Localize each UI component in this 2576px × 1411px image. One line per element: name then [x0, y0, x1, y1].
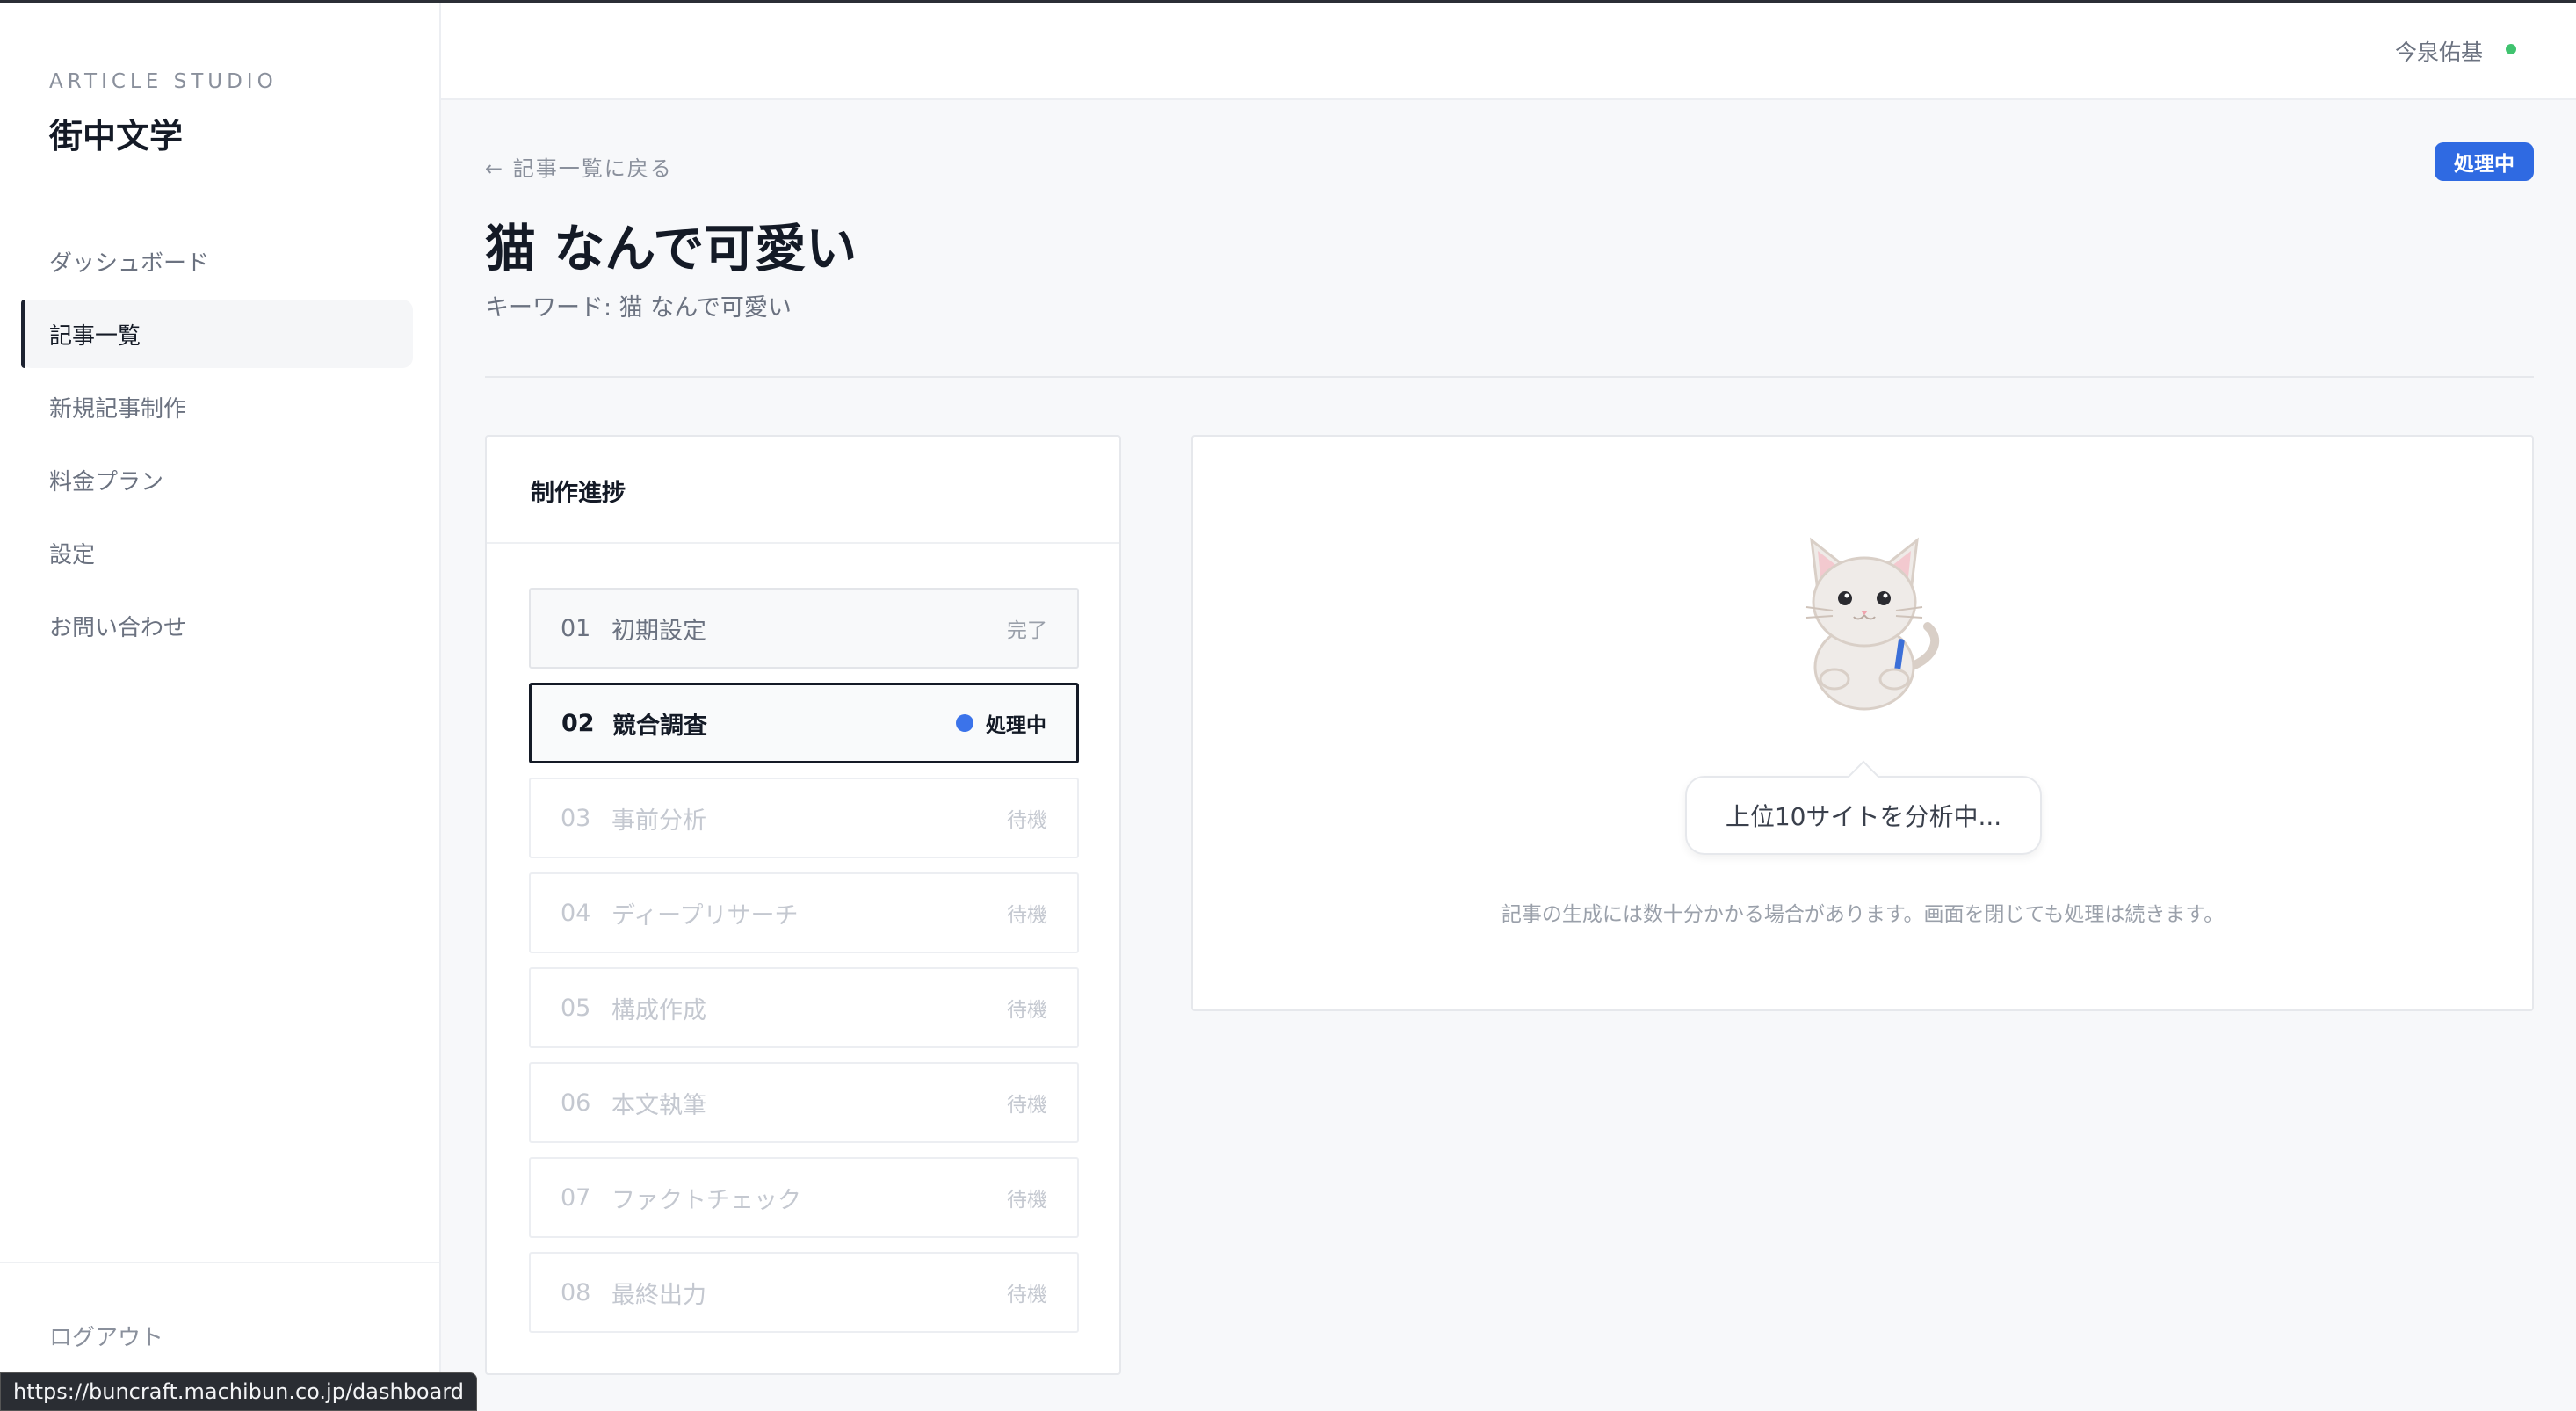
- step-label: 事前分析: [611, 807, 706, 835]
- step-row: 08 最終出力 待機: [529, 1252, 1079, 1333]
- step-row: 07 ファクトチェック 待機: [529, 1157, 1079, 1238]
- cat-mascot-icon: [1805, 537, 1940, 711]
- back-to-articles-link[interactable]: ← 記事一覧に戻る: [485, 151, 673, 182]
- browser-status-url: https://buncraft.machibun.co.jp/dashboar…: [0, 1372, 477, 1411]
- step-label: 初期設定: [611, 617, 706, 645]
- progress-divider: [487, 542, 1119, 544]
- step-row: 01 初期設定 完了: [529, 588, 1079, 669]
- step-status: 完了: [1007, 619, 1047, 642]
- top-bar: 今泉佑基: [441, 0, 2576, 100]
- step-number: 08: [561, 1278, 591, 1306]
- window-top-border: [0, 0, 2576, 3]
- sidebar-item-articles[interactable]: 記事一覧: [21, 300, 413, 368]
- step-label: 本文執筆: [611, 1091, 706, 1119]
- step-row: 06 本文執筆 待機: [529, 1062, 1079, 1143]
- step-status: 待機: [1007, 1189, 1047, 1212]
- keyword-line: キーワード: 猫 なんで可愛い: [485, 294, 792, 322]
- sidebar-item-pricing[interactable]: 料金プラン: [21, 445, 413, 514]
- step-status: 待機: [1007, 904, 1047, 927]
- progress-title: 制作進捗: [531, 480, 626, 507]
- step-label: 構成作成: [611, 996, 706, 1024]
- status-badge: 処理中: [2435, 142, 2534, 181]
- user-name[interactable]: 今泉佑基: [2395, 35, 2483, 67]
- progress-card: 制作進捗 01 初期設定 完了 02 競合調査 処理中 03 事前分析 待機 0…: [485, 435, 1121, 1375]
- step-number: 06: [561, 1089, 591, 1117]
- step-status: 処理中: [986, 714, 1046, 737]
- sidebar-divider: [0, 1262, 439, 1263]
- step-label: 競合調査: [612, 712, 707, 740]
- brand-subtitle: ARTICLE STUDIO: [49, 70, 278, 93]
- step-row: 03 事前分析 待機: [529, 778, 1079, 858]
- processing-dot-icon: [956, 714, 973, 732]
- progress-steps: 01 初期設定 完了 02 競合調査 処理中 03 事前分析 待機 04 ディー…: [529, 588, 1079, 1347]
- step-status-wrap: 処理中: [956, 708, 1046, 738]
- page-title: 猫 なんで可愛い: [485, 219, 857, 279]
- step-number: 05: [561, 994, 591, 1022]
- logout-button[interactable]: ログアウト: [49, 1320, 163, 1352]
- sidebar-item-new-article[interactable]: 新規記事制作: [21, 373, 413, 441]
- sidebar: ARTICLE STUDIO 街中文学 ダッシュボード 記事一覧 新規記事制作 …: [0, 0, 441, 1411]
- step-status: 待機: [1007, 1094, 1047, 1117]
- step-status: 待機: [1007, 1284, 1047, 1306]
- step-number: 02: [561, 709, 595, 737]
- step-number: 04: [561, 899, 591, 927]
- step-row: 04 ディープリサーチ 待機: [529, 872, 1079, 953]
- main-divider: [485, 376, 2534, 378]
- sidebar-nav: ダッシュボード 記事一覧 新規記事制作 料金プラン 設定 お問い合わせ: [21, 227, 413, 664]
- online-status-dot: [2506, 44, 2516, 54]
- step-number: 03: [561, 804, 591, 832]
- step-status: 待機: [1007, 809, 1047, 832]
- analysis-status-bubble: 上位10サイトを分析中...: [1685, 776, 2042, 855]
- step-status: 待機: [1007, 999, 1047, 1022]
- processing-notice: 記事の生成には数十分かかる場合があります。画面を閉じても処理は続きます。: [1501, 903, 2225, 926]
- sidebar-item-dashboard[interactable]: ダッシュボード: [21, 227, 413, 295]
- analysis-panel: 上位10サイトを分析中... 記事の生成には数十分かかる場合があります。画面を閉…: [1191, 435, 2534, 1011]
- sidebar-item-contact[interactable]: お問い合わせ: [21, 591, 413, 660]
- step-number: 01: [561, 614, 591, 642]
- sidebar-item-settings[interactable]: 設定: [21, 518, 413, 587]
- step-row: 05 構成作成 待機: [529, 967, 1079, 1048]
- step-label: ディープリサーチ: [611, 901, 799, 930]
- step-label: ファクトチェック: [611, 1186, 801, 1214]
- step-number: 07: [561, 1183, 591, 1212]
- step-row-active: 02 競合調査 処理中: [529, 683, 1079, 763]
- step-label: 最終出力: [611, 1281, 706, 1309]
- brand-title[interactable]: 街中文学: [49, 109, 183, 157]
